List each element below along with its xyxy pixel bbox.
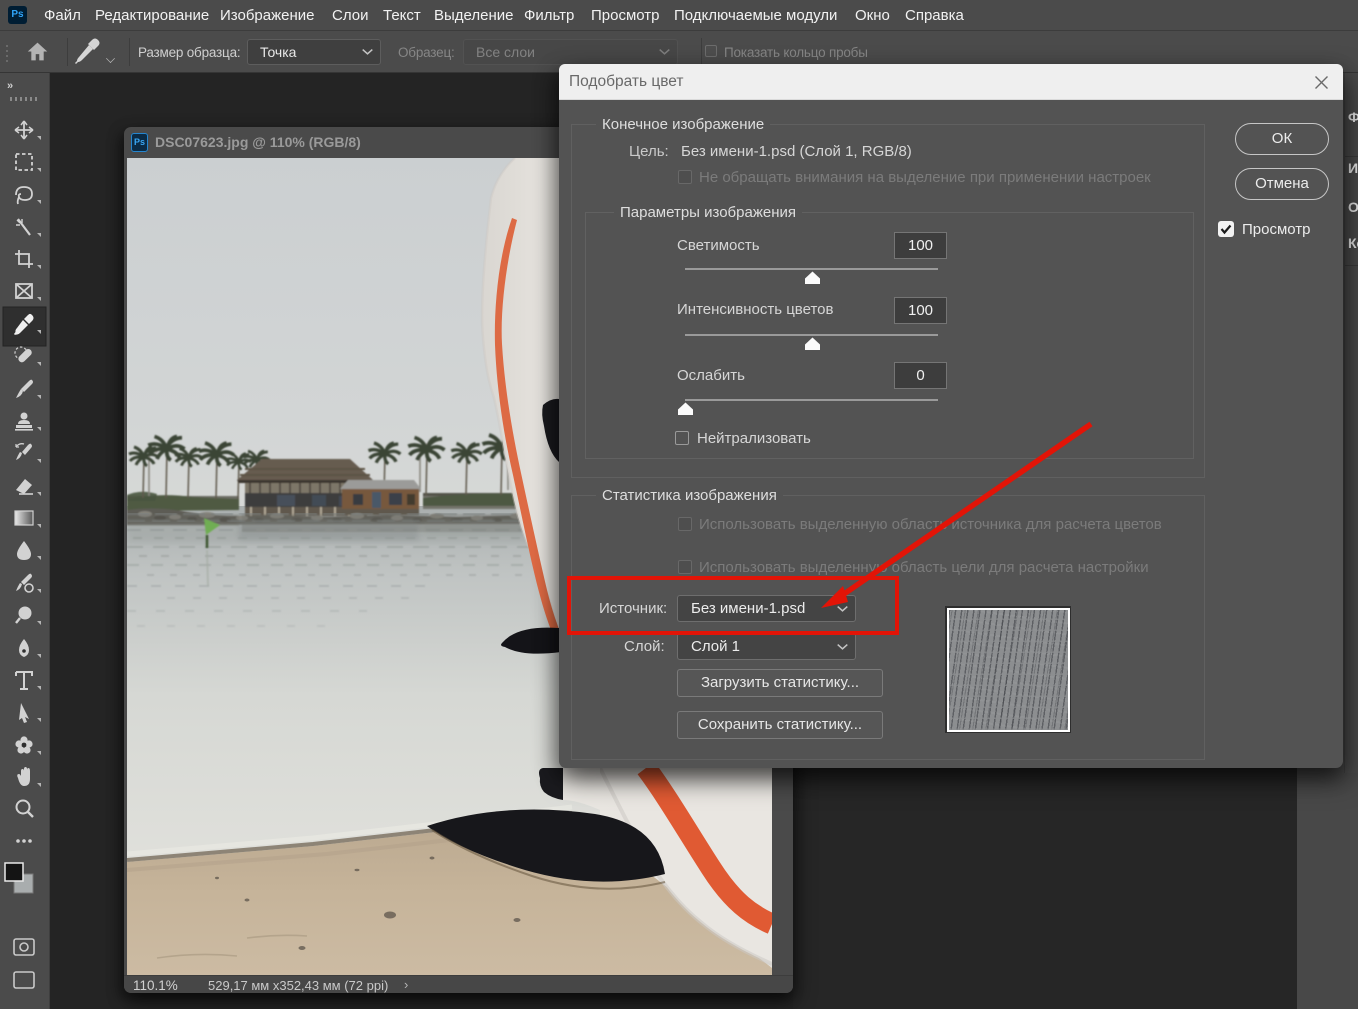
- svg-text:»: »: [7, 80, 13, 92]
